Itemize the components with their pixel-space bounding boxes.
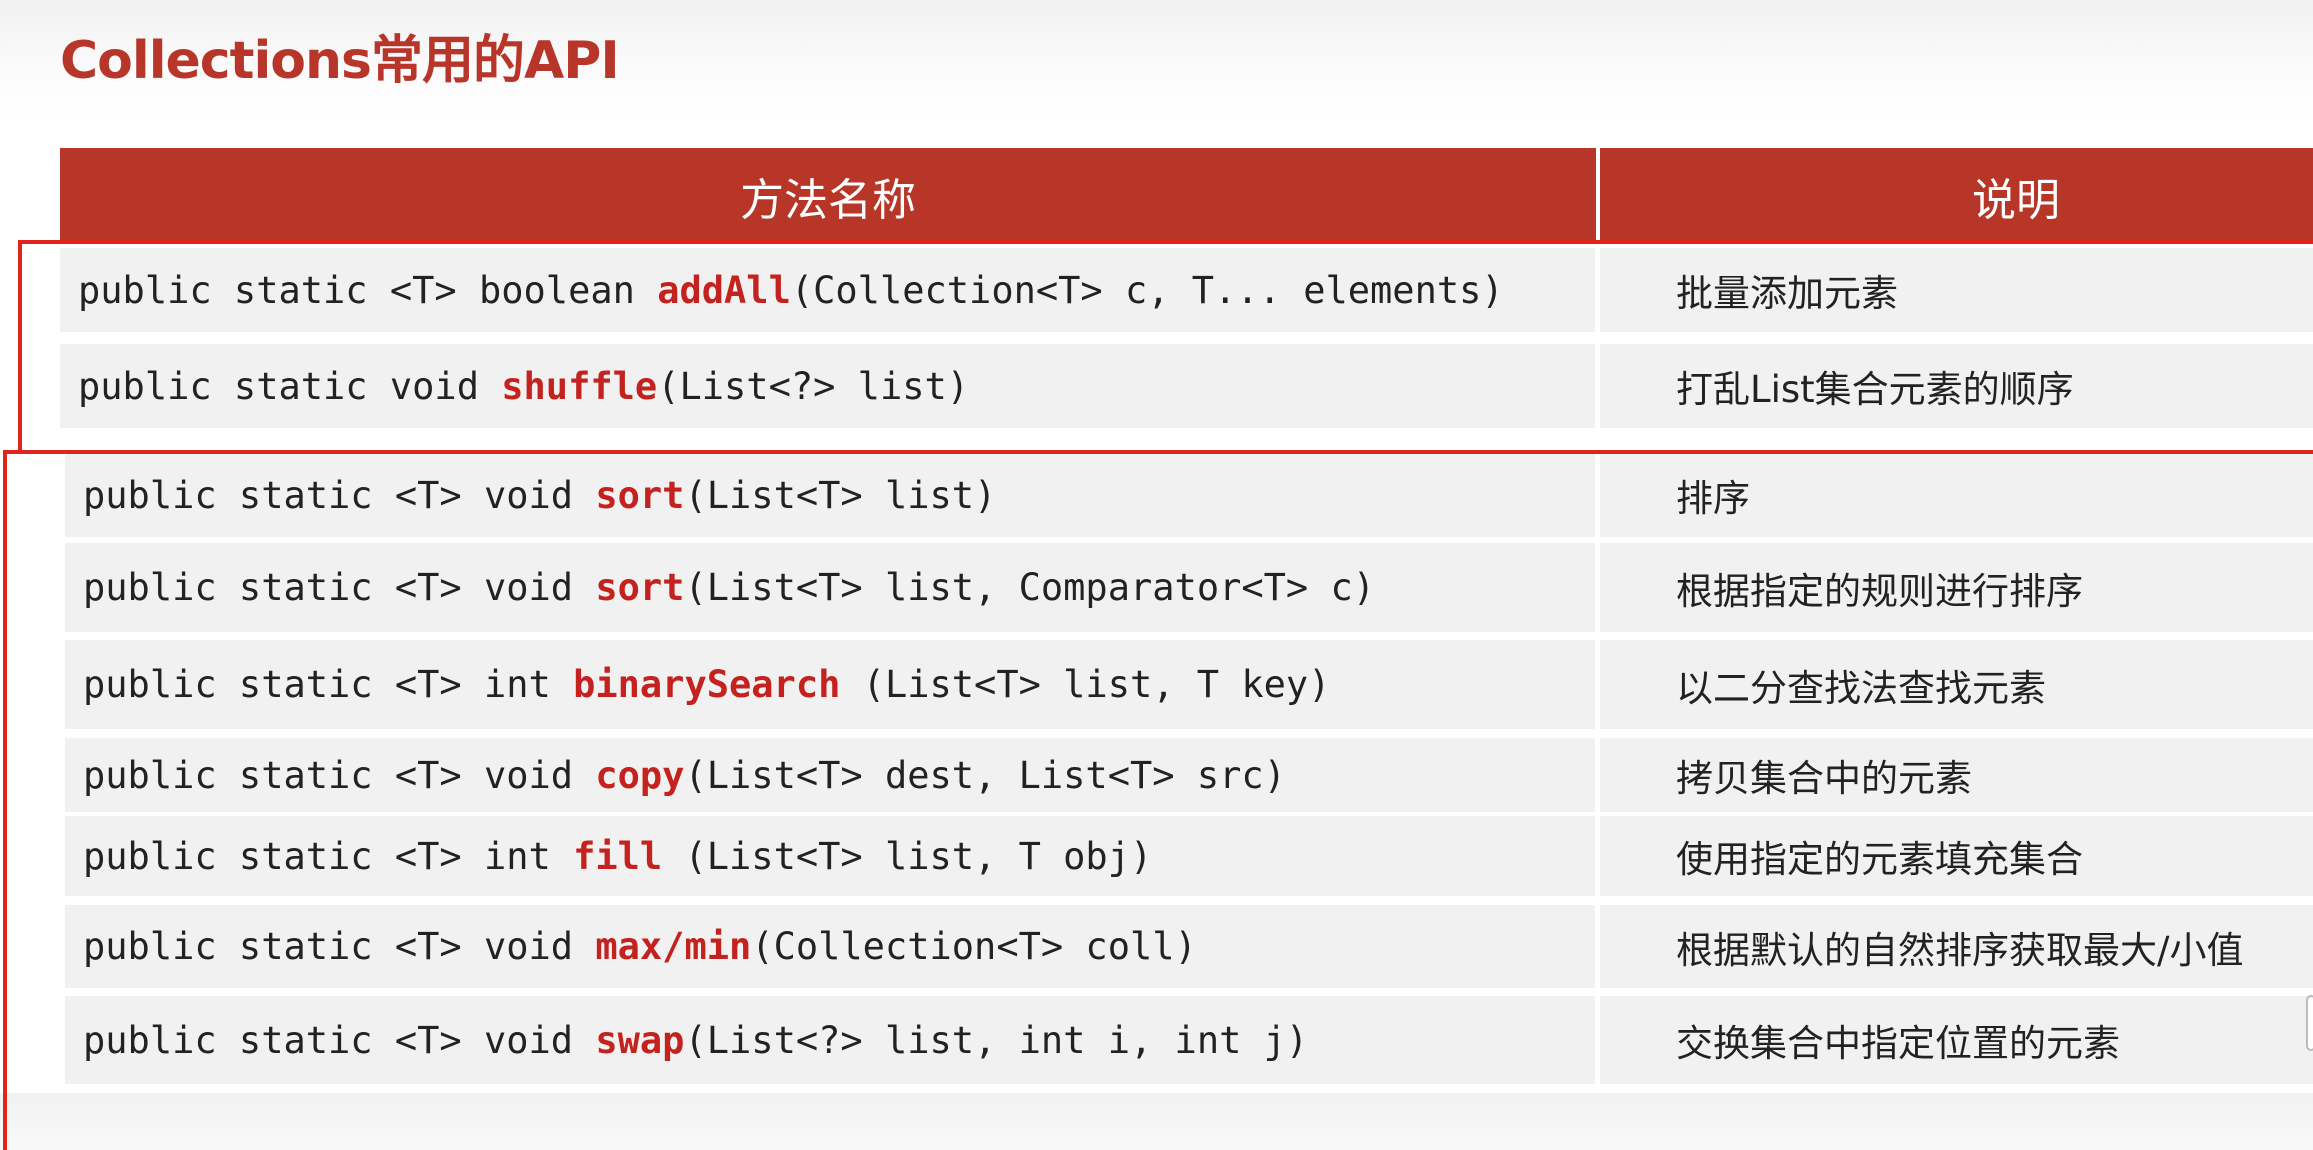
description-cell: 批量添加元素	[1600, 248, 2313, 332]
method-signature: public static <T> boolean addAll(Collect…	[60, 269, 1504, 312]
method-name: addAll	[657, 268, 791, 312]
signature-params: (List<T> list, T obj)	[662, 834, 1153, 878]
description-cell: 根据指定的规则进行排序	[1600, 543, 2313, 632]
signature-params: (Collection<T> c, T... elements)	[790, 268, 1504, 312]
signature-prefix: public static <T> void	[83, 1018, 596, 1062]
description-text: 使用指定的元素填充集合	[1676, 838, 2083, 881]
method-cell: public static <T> void copy(List<T> dest…	[65, 738, 1595, 812]
description-cell: 排序	[1600, 453, 2313, 537]
method-cell: public static void shuffle(List<?> list)	[60, 344, 1595, 428]
scroll-handle[interactable]	[2306, 995, 2313, 1051]
signature-prefix: public static void	[78, 364, 502, 408]
method-signature: public static <T> void copy(List<T> dest…	[65, 754, 1286, 797]
description-text: 排序	[1676, 477, 1750, 520]
description-cell: 以二分查找法查找元素	[1600, 640, 2313, 729]
method-cell: public static <T> void max/min(Collectio…	[65, 905, 1595, 988]
description-text: 根据默认的自然排序获取最大/小值	[1676, 928, 2244, 972]
signature-prefix: public static <T> void	[83, 566, 596, 609]
method-cell: public static <T> int binarySearch (List…	[65, 640, 1595, 729]
signature-params: (List<?> list, int i, int j)	[684, 1018, 1309, 1062]
method-name: binarySearch	[573, 663, 841, 706]
description-cell: 根据默认的自然排序获取最大/小值	[1600, 905, 2313, 988]
signature-prefix: public static <T> void	[83, 473, 596, 517]
description-text: 以二分查找法查找元素	[1676, 666, 2046, 710]
method-name: sort	[595, 473, 685, 517]
method-cell: public static <T> void sort(List<T> list…	[65, 543, 1595, 632]
method-signature: public static <T> void sort(List<T> list…	[65, 474, 996, 517]
header-method-name: 方法名称	[740, 175, 916, 226]
method-name: swap	[595, 1018, 685, 1062]
description-text: 批量添加元素	[1676, 272, 1898, 315]
description-cell: 拷贝集合中的元素	[1600, 738, 2313, 812]
signature-params: (List<?> list)	[657, 364, 970, 408]
method-signature: public static <T> void swap(List<?> list…	[65, 1019, 1308, 1062]
signature-prefix: public static <T> int	[83, 834, 574, 878]
table-row: public static <T> void sort(List<T> list…	[60, 543, 2313, 632]
method-name: sort	[595, 566, 685, 609]
description-text: 交换集合中指定位置的元素	[1676, 1022, 2120, 1065]
method-cell: public static <T> boolean addAll(Collect…	[60, 248, 1595, 332]
method-name: max/min	[595, 925, 752, 968]
description-text: 拷贝集合中的元素	[1676, 757, 1972, 800]
table-row: public static <T> void swap(List<?> list…	[60, 996, 2313, 1084]
method-name: shuffle	[501, 364, 658, 408]
page-title: Collections常用的API	[60, 31, 620, 91]
method-cell: public static <T> void swap(List<?> list…	[65, 996, 1595, 1084]
description-text: 根据指定的规则进行排序	[1676, 569, 2083, 613]
method-signature: public static <T> void max/min(Collectio…	[65, 925, 1197, 968]
method-signature: public static <T> void sort(List<T> list…	[65, 566, 1375, 609]
signature-params: (Collection<T> coll)	[751, 925, 1197, 968]
description-cell: 交换集合中指定位置的元素	[1600, 996, 2313, 1084]
signature-prefix: public static <T> void	[83, 753, 596, 797]
method-signature: public static <T> int fill (List<T> list…	[65, 835, 1152, 878]
method-name: fill	[573, 834, 663, 878]
description-cell: 使用指定的元素填充集合	[1600, 816, 2313, 896]
method-signature: public static <T> int binarySearch (List…	[65, 663, 1330, 706]
table-row: public static <T> void copy(List<T> dest…	[60, 738, 2313, 812]
header-description: 说明	[1972, 175, 2060, 226]
signature-prefix: public static <T> int	[83, 663, 574, 706]
table-row: public static <T> void max/min(Collectio…	[60, 905, 2313, 988]
table-row: public static <T> int fill (List<T> list…	[60, 816, 2313, 896]
signature-params: (List<T> list)	[684, 473, 997, 517]
method-cell: public static <T> void sort(List<T> list…	[65, 453, 1595, 537]
table-row: public static <T> int binarySearch (List…	[60, 640, 2313, 729]
description-cell: 打乱List集合元素的顺序	[1600, 344, 2313, 428]
table-row: public static <T> boolean addAll(Collect…	[60, 248, 2313, 332]
signature-prefix: public static <T> boolean	[78, 268, 658, 312]
table-header: 方法名称 说明	[60, 148, 2313, 244]
description-text: 打乱List集合元素的顺序	[1676, 368, 2074, 411]
signature-params: (List<T> dest, List<T> src)	[684, 753, 1286, 797]
table-row: public static void shuffle(List<?> list)…	[60, 344, 2313, 428]
method-cell: public static <T> int fill (List<T> list…	[65, 816, 1595, 896]
method-signature: public static void shuffle(List<?> list)	[60, 365, 969, 408]
table-row: public static <T> void sort(List<T> list…	[60, 453, 2313, 537]
signature-params: (List<T> list, T key)	[840, 663, 1331, 706]
signature-params: (List<T> list, Comparator<T> c)	[684, 566, 1376, 609]
method-name: copy	[595, 753, 685, 797]
signature-prefix: public static <T> void	[83, 925, 596, 968]
